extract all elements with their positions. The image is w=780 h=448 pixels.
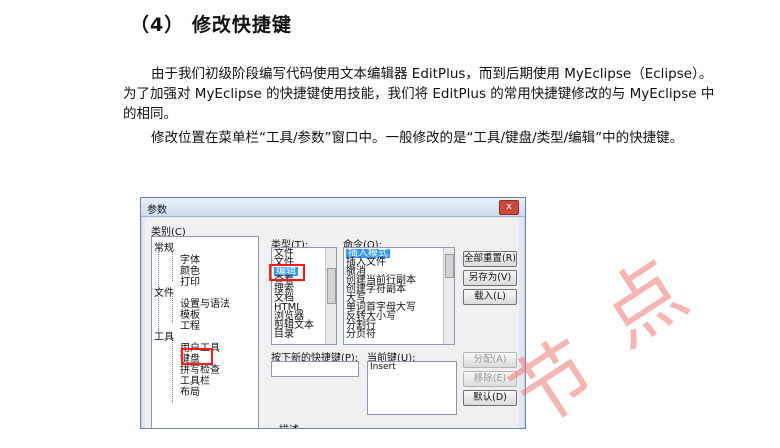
tree-item-project[interactable]: 工程 (180, 317, 200, 332)
paragraph-intro: 由于我们初级阶段编写代码使用文本编辑器 EditPlus，而到后期使用 MyEc… (123, 64, 723, 124)
save-as-button[interactable]: 另存为(V) (463, 270, 517, 286)
type-item[interactable]: 目录 (274, 330, 294, 340)
category-tree[interactable]: 常规 字体 颜色 打印 文件 设置与语法 模板 工程 工具 用户工具 键盘 拼写… (151, 236, 259, 428)
description-label: 描述 (277, 421, 301, 428)
dialog-body: 类别(C) 常规 字体 颜色 打印 文件 设置与语法 模板 工程 工具 用户工具… (145, 218, 519, 428)
tree-item-file[interactable]: 文件 (154, 284, 174, 299)
section-heading: （4） 修改快捷键 (130, 14, 292, 36)
new-key-input[interactable] (271, 361, 359, 377)
tree-item-tools[interactable]: 工具 (154, 328, 174, 343)
reset-all-button[interactable]: 全部重置(R) (463, 251, 517, 267)
keyboard-highlight-box (181, 348, 213, 365)
description-group (271, 428, 515, 429)
tree-item-layout[interactable]: 布局 (180, 383, 200, 398)
current-key-value[interactable]: Insert (370, 362, 396, 372)
command-scrollbar[interactable] (443, 248, 454, 344)
tree-item-general[interactable]: 常规 (154, 239, 174, 254)
watermark-char: 点 (584, 242, 703, 365)
default-button[interactable]: 默认(D) (463, 390, 517, 406)
command-listbox[interactable]: 插入模式 插入文件 撤消 创建当前行副本 创建字符副本 大写 单词首字母大写 反… (343, 247, 455, 345)
edit-highlight-box (269, 264, 305, 281)
load-button[interactable]: 载入(L) (463, 289, 517, 305)
paragraph-intro-text: 由于我们初级阶段编写代码使用文本编辑器 EditPlus，而到后期使用 MyEc… (123, 66, 715, 122)
tree-item-print[interactable]: 打印 (180, 273, 200, 288)
type-scrollbar[interactable] (325, 248, 336, 344)
dialog-title: 参数 (147, 205, 167, 216)
close-button[interactable]: x (499, 200, 519, 215)
remove-button[interactable]: 移除(E) (463, 371, 517, 387)
preferences-dialog: 参数 x 类别(C) 常规 字体 颜色 打印 文件 设置与语法 模板 工程 工具… (140, 197, 526, 429)
paragraph-location-text: 修改位置在菜单栏“工具/参数”窗口中。一般修改的是“工具/键盘/类型/编辑”中的… (151, 130, 684, 146)
current-key-list[interactable]: Insert (367, 361, 457, 415)
type-scroll-thumb[interactable] (327, 268, 336, 304)
type-listbox[interactable]: 文件 文件 编辑 查看 搜索 文档 HTML 浏览器 剪辑文本 目录 (271, 247, 337, 345)
command-item[interactable]: 分页符 (346, 330, 376, 340)
command-scroll-thumb[interactable] (445, 254, 454, 278)
dialog-titlebar: 参数 x (141, 198, 525, 217)
assign-button[interactable]: 分配(A) (463, 352, 517, 368)
paragraph-location: 修改位置在菜单栏“工具/参数”窗口中。一般修改的是“工具/键盘/类型/编辑”中的… (123, 128, 723, 148)
